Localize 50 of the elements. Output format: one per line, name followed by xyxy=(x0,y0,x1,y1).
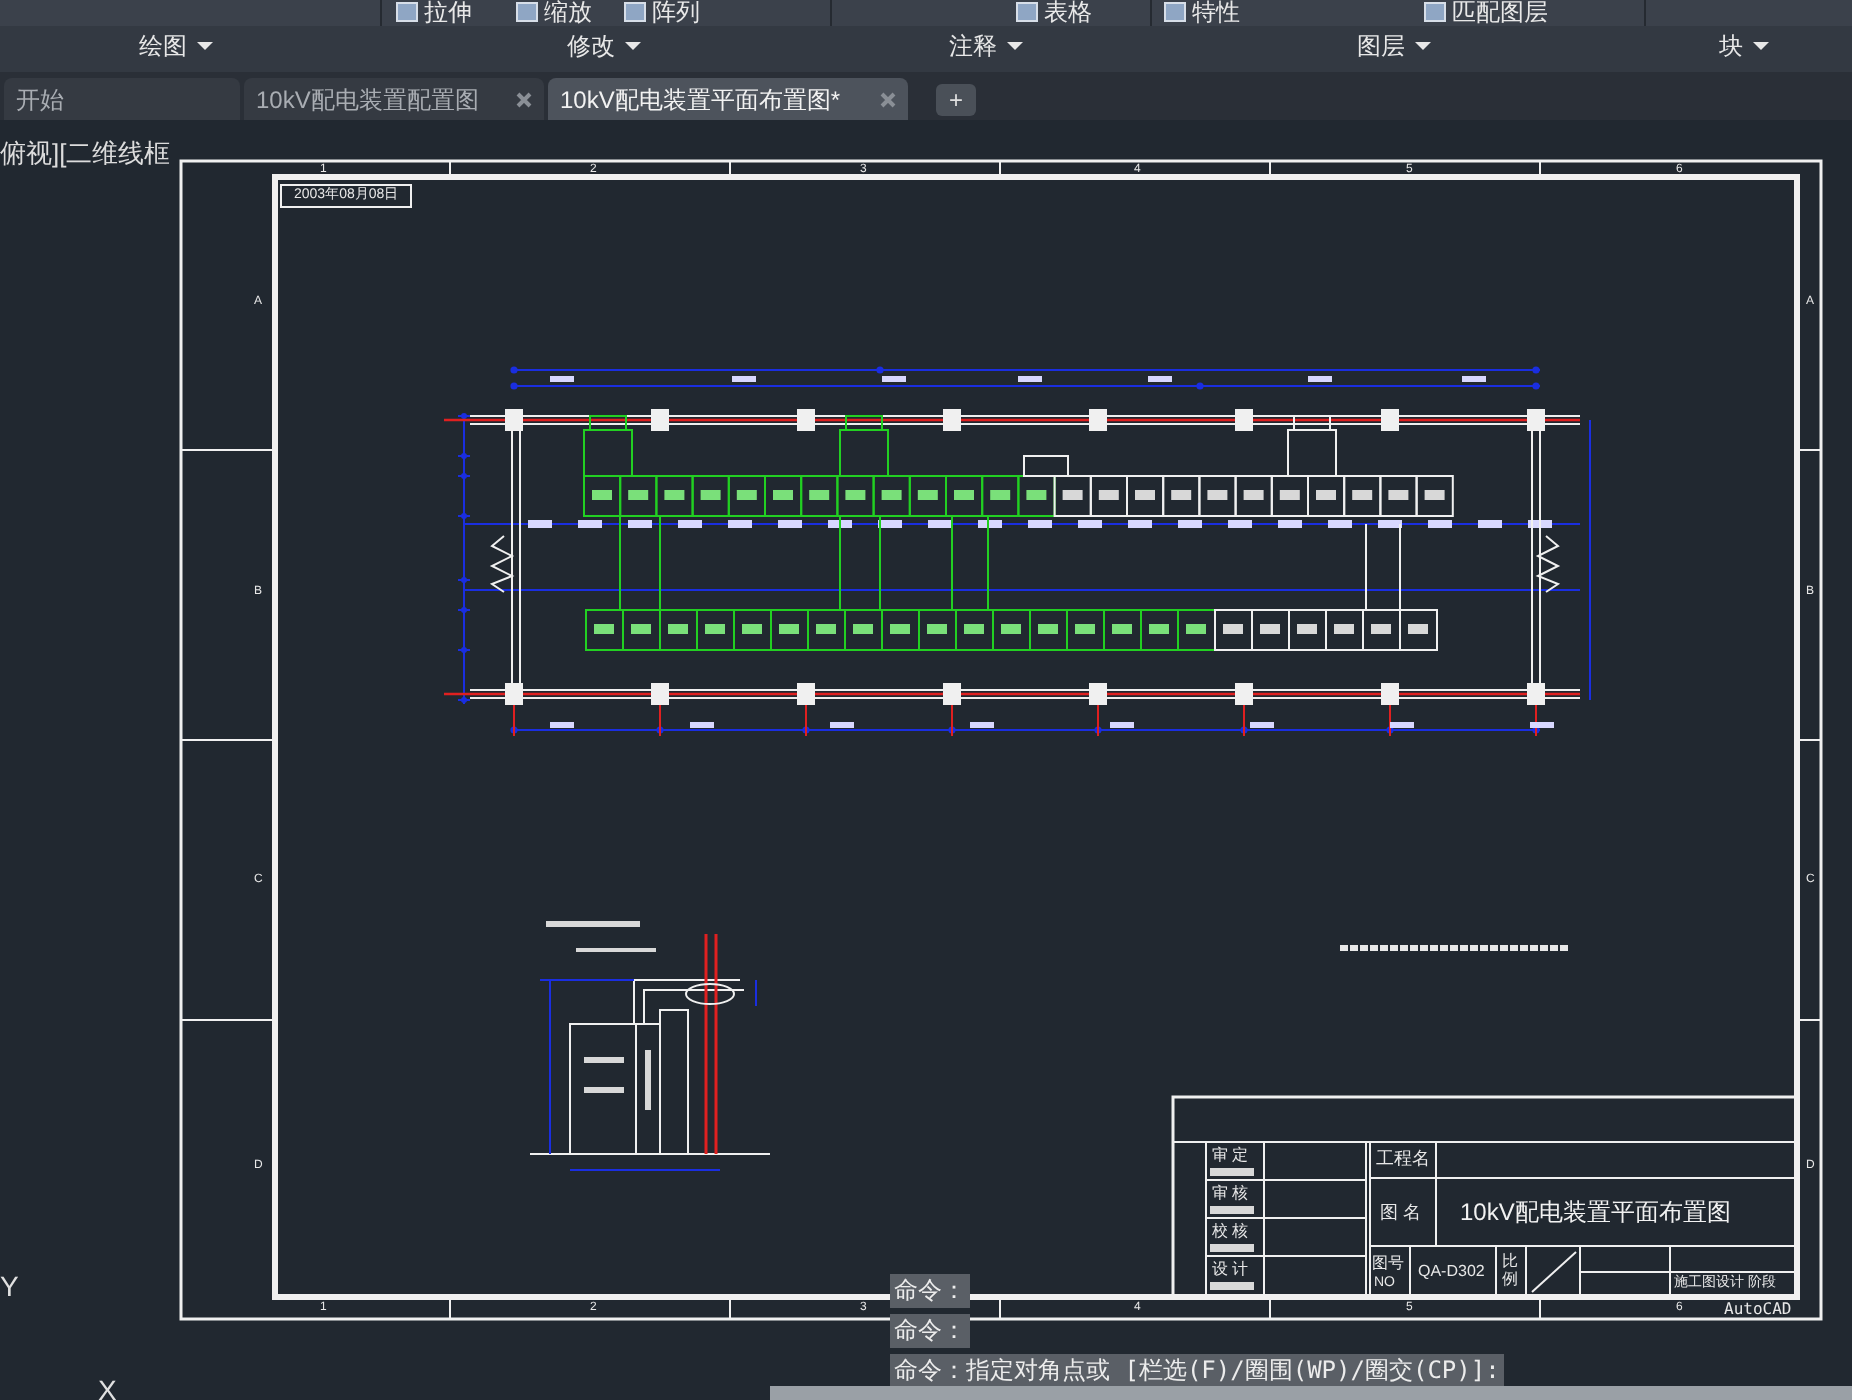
panel-dropdown[interactable]: 注释 xyxy=(949,30,1023,62)
tool-icon xyxy=(1424,2,1446,22)
ribbon-tool-button[interactable]: 匹配图层 xyxy=(1424,0,1548,28)
software-label: AutoCAD xyxy=(1724,1300,1792,1318)
caret-icon xyxy=(1415,42,1431,50)
signature-mark xyxy=(1210,1168,1254,1176)
tool-icon xyxy=(1164,2,1186,22)
signature-label: 审 定 xyxy=(1212,1146,1249,1164)
title-block-label: 比例 xyxy=(1502,1252,1520,1288)
caret-icon xyxy=(1753,42,1769,50)
drawing-number: QA-D302 xyxy=(1418,1262,1485,1280)
caret-icon xyxy=(625,42,641,50)
panel-dropdown[interactable]: 图层 xyxy=(1357,30,1431,62)
close-icon[interactable] xyxy=(880,91,896,107)
panel-dropdown[interactable]: 块 xyxy=(1719,30,1769,62)
new-tab-button[interactable]: + xyxy=(936,84,976,116)
ribbon-tool-button[interactable]: 表格 xyxy=(1016,0,1092,28)
ribbon-tool-button[interactable]: 缩放 xyxy=(516,0,592,28)
command-line-text: 命令：指定对角点或 [栏选(F)/圈围(WP)/圈交(CP)]: xyxy=(890,1354,1504,1388)
tool-icon xyxy=(396,2,418,22)
tool-icon xyxy=(624,2,646,22)
document-tab[interactable]: 开始 xyxy=(4,78,240,120)
panel-dropdown[interactable]: 绘图 xyxy=(139,30,213,62)
signature-label: 审 核 xyxy=(1212,1184,1249,1202)
signature-label: 设 计 xyxy=(1212,1260,1249,1278)
caret-icon xyxy=(1007,42,1023,50)
signature-mark xyxy=(1210,1206,1254,1214)
close-icon[interactable] xyxy=(516,91,532,107)
ribbon-tool-button[interactable]: 阵列 xyxy=(624,0,700,28)
ucs-axis-label: Y xyxy=(0,1272,19,1300)
title-block-label: 工程名 xyxy=(1376,1148,1430,1168)
panel-dropdown[interactable]: 修改 xyxy=(567,30,641,62)
signature-label: 校 核 xyxy=(1212,1222,1249,1240)
caret-icon xyxy=(197,42,213,50)
ribbon-tool-button[interactable]: 特性 xyxy=(1164,0,1240,28)
command-line-text: 命令： xyxy=(890,1274,970,1308)
title-block-label: 图号 xyxy=(1372,1254,1404,1272)
viewport-label[interactable]: 俯视][二维线框 xyxy=(0,140,171,168)
command-line-text: 命令： xyxy=(890,1314,970,1348)
drawing-title: 10kV配电装置平面布置图 xyxy=(1460,1198,1731,1226)
scroll-bar[interactable] xyxy=(770,1386,1852,1400)
signature-mark xyxy=(1210,1244,1254,1252)
title-block-label: 图 名 xyxy=(1380,1202,1422,1222)
tool-icon xyxy=(516,2,538,22)
tool-icon xyxy=(1016,2,1038,22)
signature-mark xyxy=(1210,1282,1254,1290)
document-tab[interactable]: 10kV配电装置平面布置图* xyxy=(548,78,908,120)
ribbon-tool-button[interactable]: 拉伸 xyxy=(396,0,472,28)
document-tab[interactable]: 10kV配电装置配置图 xyxy=(244,78,544,120)
ucs-axis-label: X xyxy=(98,1376,117,1400)
